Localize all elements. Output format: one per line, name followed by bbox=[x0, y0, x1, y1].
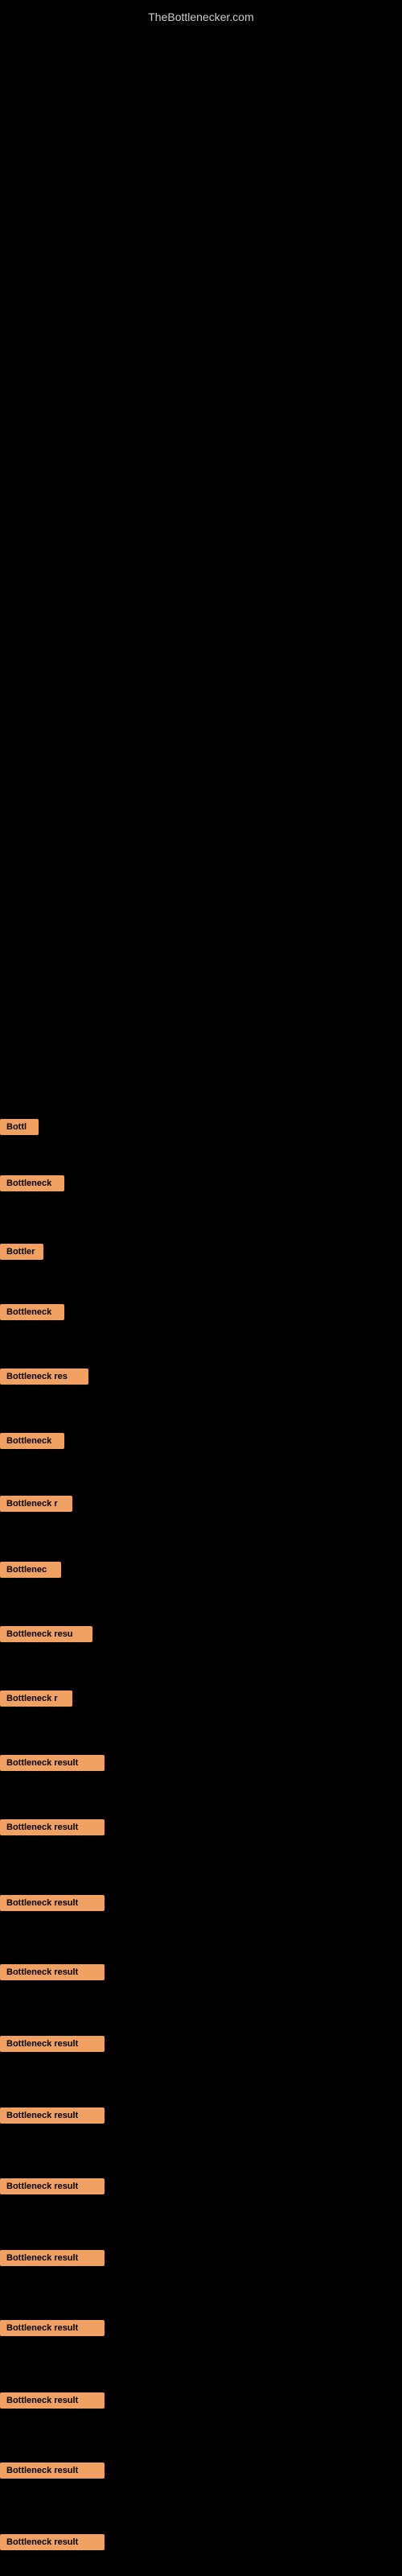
bottleneck-result-badge: Bottleneck result bbox=[0, 2462, 105, 2479]
bottleneck-result-badge: Bottler bbox=[0, 1244, 43, 1260]
bottleneck-result-badge: Bottleneck result bbox=[0, 2320, 105, 2336]
bottleneck-result-badge: Bottleneck result bbox=[0, 2534, 105, 2550]
bottleneck-result-badge: Bottleneck result bbox=[0, 1895, 105, 1911]
bottleneck-result-badge: Bottleneck r bbox=[0, 1690, 72, 1707]
bottleneck-result-badge: Bottleneck result bbox=[0, 2107, 105, 2124]
site-title: TheBottlenecker.com bbox=[0, 4, 402, 30]
bottleneck-result-badge: Bottl bbox=[0, 1119, 39, 1135]
bottleneck-result-badge: Bottlenec bbox=[0, 1562, 61, 1578]
bottleneck-result-badge: Bottleneck resu bbox=[0, 1626, 92, 1642]
bottleneck-result-badge: Bottleneck result bbox=[0, 2036, 105, 2052]
bottleneck-result-badge: Bottleneck bbox=[0, 1433, 64, 1449]
bottleneck-result-badge: Bottleneck result bbox=[0, 2250, 105, 2266]
bottleneck-result-badge: Bottleneck result bbox=[0, 2178, 105, 2194]
bottleneck-result-badge: Bottleneck r bbox=[0, 1496, 72, 1512]
bottleneck-result-badge: Bottleneck bbox=[0, 1175, 64, 1191]
bottleneck-result-badge: Bottleneck result bbox=[0, 1819, 105, 1835]
bottleneck-result-badge: Bottleneck result bbox=[0, 1755, 105, 1771]
bottleneck-result-badge: Bottleneck result bbox=[0, 1964, 105, 1980]
bottleneck-result-badge: Bottleneck bbox=[0, 1304, 64, 1320]
bottleneck-result-badge: Bottleneck res bbox=[0, 1368, 88, 1385]
bottleneck-result-badge: Bottleneck result bbox=[0, 2392, 105, 2409]
